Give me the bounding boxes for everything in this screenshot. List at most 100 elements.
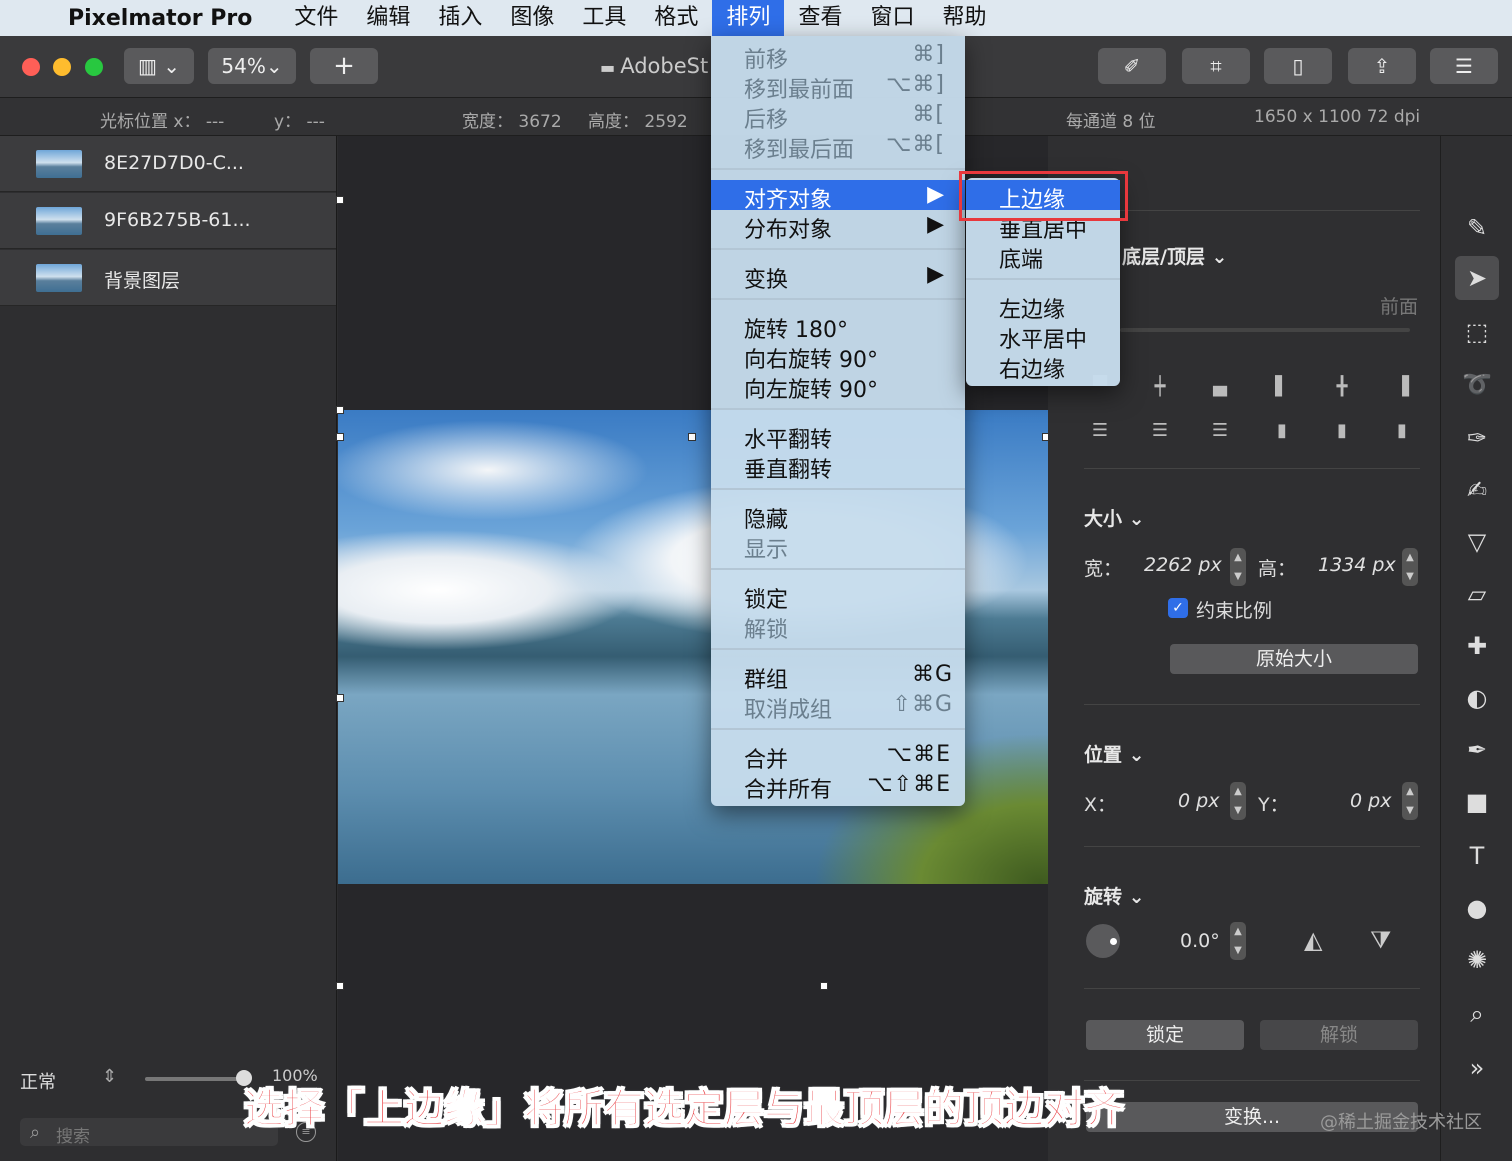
distribute-hcenter-icon[interactable]: ▮ — [1330, 420, 1354, 444]
align-right-icon[interactable]: ▐ — [1390, 376, 1414, 400]
align-hcenter-icon[interactable]: ╋ — [1330, 376, 1354, 400]
menu-item-send-backward[interactable]: 后移 ⌘[ — [711, 100, 965, 133]
add-button[interactable]: + — [310, 48, 378, 84]
menu-item-distribute-objects[interactable]: 分布对象 ▶ — [711, 210, 965, 243]
menu-item-align-objects[interactable]: 对齐对象 ▶ — [711, 180, 965, 213]
constrain-checkbox[interactable]: ✓ — [1168, 598, 1188, 618]
distort-tool-icon[interactable]: ✺ — [1455, 938, 1499, 982]
zoom-window-button[interactable] — [85, 58, 103, 76]
crop-button[interactable]: ⌗ — [1182, 48, 1250, 84]
retouch-tool-icon[interactable]: ◐ — [1455, 676, 1499, 720]
layer-order-slider[interactable] — [1120, 328, 1410, 332]
selection-handle[interactable] — [336, 433, 344, 441]
opacity-slider[interactable] — [145, 1077, 245, 1081]
selection-handle[interactable] — [336, 406, 344, 414]
menu-item-show[interactable]: 显示 — [711, 530, 965, 563]
selection-handle[interactable] — [336, 196, 344, 204]
distribute-bottom-icon[interactable]: ☰ — [1208, 420, 1232, 444]
menu-help[interactable]: 帮助 — [928, 0, 1000, 36]
menu-item-flip-vertical[interactable]: 垂直翻转 — [711, 450, 965, 483]
distribute-top-icon[interactable]: ☰ — [1088, 420, 1112, 444]
blend-mode-select[interactable]: 正常 — [20, 1068, 56, 1094]
effects-tool-icon[interactable]: ● — [1455, 886, 1499, 930]
align-bottom-icon[interactable]: ▄ — [1208, 376, 1232, 400]
menu-item-rotate-180[interactable]: 旋转 180° — [711, 310, 965, 343]
y-stepper[interactable]: ▲ ▼ — [1402, 782, 1418, 820]
selection-tool-icon[interactable]: ⬚ — [1455, 310, 1499, 354]
menu-tools[interactable]: 工具 — [568, 0, 640, 36]
menu-item-transform[interactable]: 变换 ▶ — [711, 260, 965, 293]
lock-button[interactable]: 锁定 — [1086, 1020, 1244, 1050]
menu-item-bring-to-front[interactable]: 移到最前面 ⌥⌘] — [711, 70, 965, 103]
adjustments-button[interactable]: ☰ — [1430, 48, 1498, 84]
layer-row[interactable]: 背景图层 — [0, 250, 336, 306]
distribute-left-icon[interactable]: ▮ — [1270, 420, 1294, 444]
close-window-button[interactable] — [22, 58, 40, 76]
document-button[interactable]: ▯ — [1264, 48, 1332, 84]
menu-item-bring-forward[interactable]: 前移 ⌘] — [711, 40, 965, 73]
more-tools-icon[interactable]: » — [1455, 1046, 1499, 1090]
align-left-icon[interactable]: ▌ — [1270, 376, 1294, 400]
layer-row[interactable]: 9F6B275B-61... — [0, 193, 336, 249]
submenu-item-horizontal-center[interactable]: 水平居中 — [966, 320, 1120, 353]
color-picker-tool-icon[interactable]: ✑ — [1455, 416, 1499, 460]
menu-item-flip-horizontal[interactable]: 水平翻转 — [711, 420, 965, 453]
menu-view[interactable]: 查看 — [784, 0, 856, 36]
share-button[interactable]: ⇪ — [1348, 48, 1416, 84]
position-section-header[interactable]: 位置 ⌄ — [1084, 740, 1145, 767]
menu-item-send-to-back[interactable]: 移到最后面 ⌥⌘[ — [711, 130, 965, 163]
distribute-vcenter-icon[interactable]: ☰ — [1148, 420, 1172, 444]
menu-file[interactable]: 文件 — [280, 0, 352, 36]
align-vcenter-icon[interactable]: ┿ — [1148, 376, 1172, 400]
shape-tool-icon[interactable]: ■ — [1455, 780, 1499, 824]
menu-item-merge-all[interactable]: 合并所有 ⌥⇧⌘E — [711, 770, 965, 803]
rotation-field[interactable]: 0.0° — [1180, 930, 1220, 952]
pen-tool-icon[interactable]: ✒ — [1455, 728, 1499, 772]
minimize-window-button[interactable] — [53, 58, 71, 76]
type-tool-icon[interactable]: T — [1455, 834, 1499, 878]
menu-item-lock[interactable]: 锁定 — [711, 580, 965, 613]
height-stepper[interactable]: ▲ ▼ — [1402, 548, 1418, 586]
menu-item-merge[interactable]: 合并 ⌥⌘E — [711, 740, 965, 773]
submenu-item-left-edge[interactable]: 左边缘 — [966, 290, 1120, 323]
menu-insert[interactable]: 插入 — [424, 0, 496, 36]
sidebar-toggle-button[interactable]: ▥ ⌄ — [124, 48, 194, 84]
paint-tool-icon[interactable]: ✍ — [1455, 468, 1499, 512]
menu-image[interactable]: 图像 — [496, 0, 568, 36]
x-stepper[interactable]: ▲ ▼ — [1230, 782, 1246, 820]
width-field[interactable]: 2262 px — [1144, 554, 1222, 576]
menu-item-rotate-left-90[interactable]: 向左旋转 90° — [711, 370, 965, 403]
distribute-right-icon[interactable]: ▮ — [1390, 420, 1414, 444]
menu-item-rotate-right-90[interactable]: 向右旋转 90° — [711, 340, 965, 373]
layer-row[interactable]: 8E27D7D0-C... — [0, 136, 336, 192]
original-size-button[interactable]: 原始大小 — [1170, 644, 1418, 674]
size-section-header[interactable]: 大小 ⌄ — [1084, 504, 1145, 531]
menu-window[interactable]: 窗口 — [856, 0, 928, 36]
flip-horizontal-icon[interactable]: ◭ — [1304, 926, 1322, 954]
submenu-item-right-edge[interactable]: 右边缘 — [966, 350, 1120, 383]
x-field[interactable]: 0 px — [1178, 790, 1219, 812]
flip-vertical-icon[interactable]: ⧩ — [1370, 926, 1391, 954]
submenu-item-bottom[interactable]: 底端 — [966, 240, 1120, 273]
zoom-dropdown[interactable]: 54% ⌄ — [208, 48, 296, 84]
menu-item-ungroup[interactable]: 取消成组 ⇧⌘G — [711, 690, 965, 723]
lasso-tool-icon[interactable]: ➰ — [1455, 362, 1499, 406]
app-menu[interactable]: Pixelmator Pro — [56, 6, 264, 31]
menu-arrange[interactable]: 排列 — [712, 0, 785, 36]
selection-handle[interactable] — [336, 694, 344, 702]
y-field[interactable]: 0 px — [1350, 790, 1391, 812]
menu-edit[interactable]: 编辑 — [352, 0, 424, 36]
width-stepper[interactable]: ▲ ▼ — [1230, 548, 1246, 586]
layer-search-input[interactable]: 搜索 — [20, 1118, 278, 1147]
arrange-mode-dropdown[interactable]: 底层/顶层 ⌄ — [1122, 242, 1227, 269]
selection-handle[interactable] — [336, 982, 344, 990]
bucket-tool-icon[interactable]: ▽ — [1455, 520, 1499, 564]
repair-tool-icon[interactable]: ✚ — [1455, 624, 1499, 668]
menu-item-group[interactable]: 群组 ⌘G — [711, 660, 965, 693]
menu-format[interactable]: 格式 — [640, 0, 712, 36]
rotate-section-header[interactable]: 旋转 ⌄ — [1084, 882, 1145, 909]
menu-item-hide[interactable]: 隐藏 — [711, 500, 965, 533]
menu-item-unlock[interactable]: 解锁 — [711, 610, 965, 643]
eraser-tool-icon[interactable]: ▱ — [1455, 572, 1499, 616]
selection-handle[interactable] — [688, 433, 696, 441]
